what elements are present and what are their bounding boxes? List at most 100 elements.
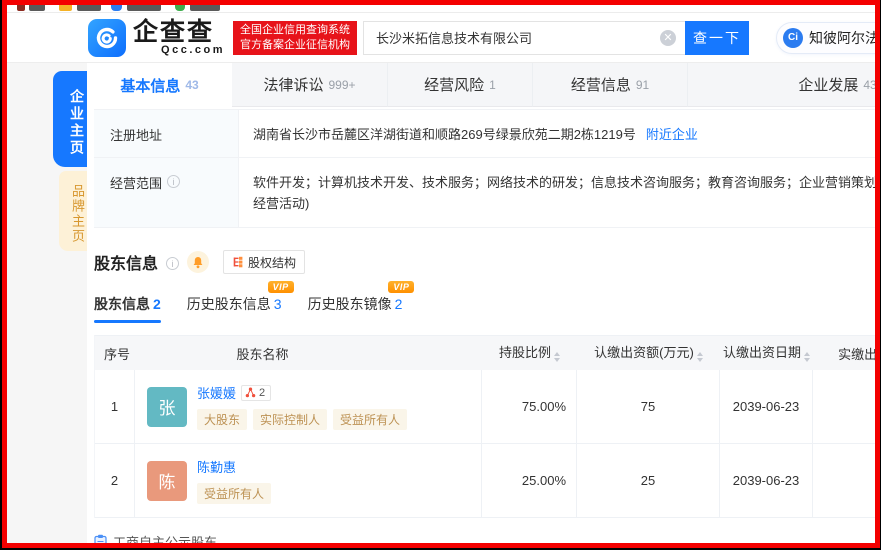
subtab-shareholders[interactable]: 股东信息2 <box>94 294 161 323</box>
search-clear-icon[interactable]: ✕ <box>660 30 676 46</box>
row-date: 2039-06-23 <box>720 444 813 517</box>
bookmark-site-icon <box>175 5 185 11</box>
bell-icon[interactable] <box>187 251 209 273</box>
tab-label: 基本信息 <box>120 75 180 96</box>
partner-label: 知彼阿尔法 <box>809 28 879 48</box>
registered-address-value: 湖南省长沙市岳麓区洋湖街道和顺路269号绿景欣苑二期2栋1219号附近企业 <box>239 110 880 157</box>
info-icon[interactable]: i <box>167 175 180 188</box>
association-count-badge[interactable]: 2 <box>241 385 271 401</box>
search-button[interactable]: 查一下 <box>685 21 749 55</box>
company-detail-card: 基本信息 43 法律诉讼 999+ 经营风险 1 经营信息 91 企业发展 <box>87 63 880 548</box>
tab-count: 43 <box>185 78 198 92</box>
col-header-date[interactable]: 认缴出资日期 <box>720 342 813 365</box>
tab-operation-info[interactable]: 经营信息 91 <box>532 63 687 107</box>
table-header-row: 序号 股东名称 持股比例 认缴出资额(万元) 认缴出资日期 实缴出资额(万元) <box>95 336 880 370</box>
slogan-badge: 全国企业信用查询系统 官方备案企业征信机构 <box>233 21 357 55</box>
nearby-companies-link[interactable]: 附近企业 <box>646 127 698 142</box>
tab-basic-info[interactable]: 基本信息 43 <box>87 63 232 107</box>
qcc-logo-icon <box>88 19 126 57</box>
tab-count: 91 <box>636 78 649 92</box>
content-area: 企业主页 品牌主页 基本信息 43 法律诉讼 999+ 经营风险 1 经营信息 <box>7 63 875 543</box>
tab-count: 999+ <box>328 78 355 92</box>
slogan-line1: 全国企业信用查询系统 <box>240 23 350 38</box>
col-label: 认缴出资日期 <box>723 345 801 360</box>
sort-icon[interactable] <box>554 349 560 365</box>
row-amount: 25 <box>577 444 720 517</box>
bookmark-folder-icon <box>59 5 72 11</box>
row-ratio: 25.00% <box>482 444 577 517</box>
row-paid <box>813 444 880 517</box>
row-date: 2039-06-23 <box>720 370 813 443</box>
label-text: 注册地址 <box>110 125 162 144</box>
col-label: 持股比例 <box>499 345 551 360</box>
slogan-line2: 官方备案企业征信机构 <box>240 38 350 53</box>
tab-label: 法律诉讼 <box>263 74 323 95</box>
tab-label: 企业发展 <box>798 74 858 95</box>
subtab-label: 历史股东镜像 <box>308 296 392 312</box>
search-input[interactable] <box>363 21 685 55</box>
address-text: 湖南省长沙市岳麓区洋湖街道和顺路269号绿景欣苑二期2栋1219号 <box>253 127 636 142</box>
sidebar-item-company-home[interactable]: 企业主页 <box>53 71 87 167</box>
avatar: 张 <box>147 387 187 427</box>
label-text: 经营范围 <box>110 173 162 192</box>
shareholder-footer: 工商自主公示股东 <box>94 532 880 548</box>
sidebar-item-brand-home[interactable]: 品牌主页 <box>59 171 87 251</box>
tab-legal-litigation[interactable]: 法律诉讼 999+ <box>232 63 387 107</box>
subtab-label: 历史股东信息 <box>187 296 271 312</box>
association-count: 2 <box>259 387 265 399</box>
association-icon <box>245 387 256 398</box>
scope-line2: 经营活动) <box>253 193 880 214</box>
subtab-history-shareholders[interactable]: VIP 历史股东信息3 <box>187 294 282 323</box>
logo-domain: Qcc.com <box>133 45 225 56</box>
equity-structure-button[interactable]: 股权结构 <box>223 250 305 274</box>
nav-tabbar: 基本信息 43 法律诉讼 999+ 经营风险 1 经营信息 91 企业发展 <box>87 63 880 107</box>
sort-icon[interactable] <box>697 349 703 365</box>
row-paid <box>813 370 880 443</box>
shareholder-table: 序号 股东名称 持股比例 认缴出资额(万元) 认缴出资日期 实缴出资额(万元) … <box>94 335 880 518</box>
button-label: 股权结构 <box>248 254 296 271</box>
row-no: 1 <box>95 370 135 443</box>
table-row: 2 陈 陈勤惠 受益所有人 25.00% 25 <box>95 444 880 518</box>
subtab-count: 2 <box>153 296 161 312</box>
bookmark-fragment-icon <box>17 5 25 11</box>
page: 企查查 Qcc.com 全国企业信用查询系统 官方备案企业征信机构 ✕ 查一下 … <box>2 0 880 548</box>
subtab-label: 股东信息 <box>94 296 150 312</box>
subtab-history-shareholder-snapshot[interactable]: VIP 历史股东镜像2 <box>308 294 403 323</box>
business-scope-label: 经营范围 i <box>94 158 239 227</box>
tab-operation-risk[interactable]: 经营风险 1 <box>387 63 532 107</box>
zhibi-alpha-entry[interactable]: Ci 知彼阿尔法 <box>776 22 880 54</box>
tab-count: 43 <box>863 78 876 92</box>
equity-structure-icon <box>232 256 244 268</box>
shareholder-cell: 陈 陈勤惠 受益所有人 <box>135 444 482 517</box>
registered-address-row: 注册地址 湖南省长沙市岳麓区洋湖街道和顺路269号绿景欣苑二期2栋1219号附近… <box>94 110 880 158</box>
bookmark-fragment-text <box>77 5 101 11</box>
shareholder-subtabs: 股东信息2 VIP 历史股东信息3 VIP 历史股东镜像2 <box>94 294 880 323</box>
col-header-ratio[interactable]: 持股比例 <box>482 342 577 365</box>
scope-line1: 软件开发；计算机技术开发、技术服务；网络技术的研发；信息技术咨询服务；教育咨询服… <box>253 172 880 193</box>
col-header-paid: 实缴出资额(万元) <box>813 344 880 363</box>
vip-badge: VIP <box>388 281 414 293</box>
tab-label: 经营信息 <box>571 74 631 95</box>
shareholder-tag: 受益所有人 <box>333 409 407 430</box>
shareholder-name-link[interactable]: 陈勤惠 <box>197 457 236 476</box>
logo-wordmark: 企查查 <box>133 19 225 45</box>
tab-count: 1 <box>489 78 496 92</box>
info-icon[interactable]: i <box>166 257 179 270</box>
site-header: 企查查 Qcc.com 全国企业信用查询系统 官方备案企业征信机构 ✕ 查一下 … <box>7 13 875 63</box>
qcc-logo[interactable]: 企查查 Qcc.com <box>88 19 225 57</box>
subtab-count: 3 <box>274 296 282 312</box>
shareholder-name-link[interactable]: 张媛媛 <box>197 383 236 402</box>
tab-company-development[interactable]: 企业发展 43 <box>687 63 880 107</box>
browser-bookmarks-bar <box>7 5 875 13</box>
section-title: 股东信息 <box>94 250 158 274</box>
bookmark-fragment-text <box>190 5 220 11</box>
clipboard-icon <box>94 534 107 548</box>
shareholder-tag: 实际控制人 <box>253 409 327 430</box>
business-scope-value: 软件开发；计算机技术开发、技术服务；网络技术的研发；信息技术咨询服务；教育咨询服… <box>239 158 880 227</box>
col-header-name: 股东名称 <box>135 344 482 363</box>
search-group: ✕ 查一下 <box>363 21 749 55</box>
col-header-amount[interactable]: 认缴出资额(万元) <box>577 342 720 365</box>
bookmark-fragment-text <box>127 5 161 11</box>
sort-icon[interactable] <box>804 349 810 365</box>
row-ratio: 75.00% <box>482 370 577 443</box>
